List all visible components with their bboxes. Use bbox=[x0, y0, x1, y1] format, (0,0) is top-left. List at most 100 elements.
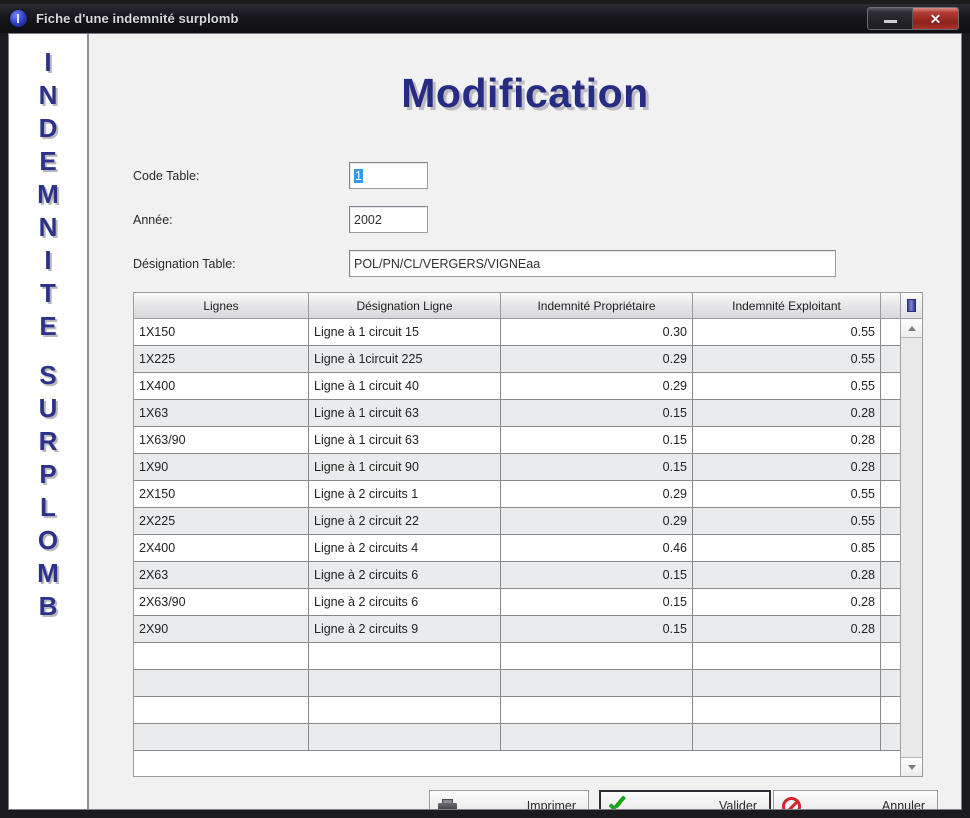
cell-indemnite-proprietaire[interactable]: 0.15 bbox=[501, 427, 693, 453]
cell-designation[interactable] bbox=[309, 724, 501, 750]
column-header-lignes[interactable]: Lignes bbox=[134, 293, 309, 318]
cell-indemnite-exploitant[interactable]: 0.28 bbox=[693, 454, 881, 480]
cell-indemnite-proprietaire[interactable]: 0.15 bbox=[501, 454, 693, 480]
cell-indemnite-proprietaire[interactable]: 0.15 bbox=[501, 616, 693, 642]
table-row[interactable]: 1X225 Ligne à 1circuit 225 0.29 0.55 bbox=[134, 346, 900, 373]
cell-ligne[interactable]: 2X225 bbox=[134, 508, 309, 534]
column-header-indemnite-exploitant[interactable]: Indemnité Exploitant bbox=[693, 293, 881, 318]
cell-ligne[interactable]: 2X63/90 bbox=[134, 589, 309, 615]
print-button[interactable]: Imprimer bbox=[429, 790, 589, 809]
cell-ligne[interactable]: 2X63 bbox=[134, 562, 309, 588]
cell-indemnite-exploitant[interactable]: 0.85 bbox=[693, 535, 881, 561]
cell-designation[interactable]: Ligne à 2 circuits 4 bbox=[309, 535, 501, 561]
cell-designation[interactable]: Ligne à 1 circuit 40 bbox=[309, 373, 501, 399]
cell-ligne[interactable]: 1X225 bbox=[134, 346, 309, 372]
scroll-track[interactable] bbox=[901, 338, 922, 757]
cell-indemnite-exploitant[interactable]: 0.55 bbox=[693, 508, 881, 534]
cell-designation[interactable] bbox=[309, 670, 501, 696]
cell-indemnite-proprietaire[interactable]: 0.29 bbox=[501, 481, 693, 507]
lignes-table[interactable]: Lignes Désignation Ligne Indemnité Propr… bbox=[133, 292, 923, 777]
cell-ligne[interactable]: 1X400 bbox=[134, 373, 309, 399]
cell-ligne[interactable] bbox=[134, 670, 309, 696]
table-row[interactable]: 2X90 Ligne à 2 circuits 9 0.15 0.28 bbox=[134, 616, 900, 643]
cell-indemnite-proprietaire[interactable]: 0.29 bbox=[501, 346, 693, 372]
cell-extra[interactable] bbox=[881, 724, 900, 750]
cell-indemnite-exploitant[interactable] bbox=[693, 697, 881, 723]
cell-ligne[interactable]: 1X90 bbox=[134, 454, 309, 480]
annee-input[interactable]: 2002 bbox=[349, 206, 428, 233]
cell-designation[interactable]: Ligne à 1 circuit 63 bbox=[309, 400, 501, 426]
cell-ligne[interactable] bbox=[134, 724, 309, 750]
cell-extra[interactable] bbox=[881, 373, 900, 399]
cell-extra[interactable] bbox=[881, 508, 900, 534]
cell-indemnite-exploitant[interactable]: 0.28 bbox=[693, 589, 881, 615]
table-row[interactable] bbox=[134, 724, 900, 751]
grid-settings-button[interactable] bbox=[901, 293, 922, 319]
cell-indemnite-proprietaire[interactable] bbox=[501, 697, 693, 723]
cell-indemnite-exploitant[interactable]: 0.28 bbox=[693, 400, 881, 426]
cell-indemnite-exploitant[interactable] bbox=[693, 643, 881, 669]
cell-indemnite-exploitant[interactable]: 0.28 bbox=[693, 427, 881, 453]
table-row[interactable]: 2X63 Ligne à 2 circuits 6 0.15 0.28 bbox=[134, 562, 900, 589]
cell-designation[interactable]: Ligne à 2 circuits 6 bbox=[309, 589, 501, 615]
cell-indemnite-proprietaire[interactable] bbox=[501, 724, 693, 750]
cell-designation[interactable]: Ligne à 2 circuit 22 bbox=[309, 508, 501, 534]
cell-extra[interactable] bbox=[881, 616, 900, 642]
cell-ligne[interactable]: 2X150 bbox=[134, 481, 309, 507]
cell-designation[interactable]: Ligne à 1 circuit 90 bbox=[309, 454, 501, 480]
cell-designation[interactable]: Ligne à 1circuit 225 bbox=[309, 346, 501, 372]
cell-ligne[interactable]: 1X63 bbox=[134, 400, 309, 426]
table-row[interactable]: 2X63/90 Ligne à 2 circuits 6 0.15 0.28 bbox=[134, 589, 900, 616]
cell-indemnite-proprietaire[interactable]: 0.15 bbox=[501, 589, 693, 615]
column-header-indemnite-proprietaire[interactable]: Indemnité Propriétaire bbox=[501, 293, 693, 318]
cell-extra[interactable] bbox=[881, 670, 900, 696]
table-row[interactable]: 2X150 Ligne à 2 circuits 1 0.29 0.55 bbox=[134, 481, 900, 508]
cell-designation[interactable]: Ligne à 2 circuits 9 bbox=[309, 616, 501, 642]
cell-extra[interactable] bbox=[881, 481, 900, 507]
table-row[interactable]: 1X90 Ligne à 1 circuit 90 0.15 0.28 bbox=[134, 454, 900, 481]
table-row[interactable] bbox=[134, 697, 900, 724]
cell-indemnite-proprietaire[interactable]: 0.29 bbox=[501, 373, 693, 399]
cell-indemnite-proprietaire[interactable]: 0.15 bbox=[501, 562, 693, 588]
cell-indemnite-exploitant[interactable]: 0.55 bbox=[693, 373, 881, 399]
cell-designation[interactable]: Ligne à 2 circuits 6 bbox=[309, 562, 501, 588]
cell-ligne[interactable] bbox=[134, 697, 309, 723]
cell-extra[interactable] bbox=[881, 643, 900, 669]
table-row[interactable]: 2X400 Ligne à 2 circuits 4 0.46 0.85 bbox=[134, 535, 900, 562]
cell-designation[interactable]: Ligne à 2 circuits 1 bbox=[309, 481, 501, 507]
close-button[interactable]: ✕ bbox=[913, 8, 958, 29]
cell-designation[interactable] bbox=[309, 643, 501, 669]
cell-designation[interactable]: Ligne à 1 circuit 15 bbox=[309, 319, 501, 345]
column-header-designation-ligne[interactable]: Désignation Ligne bbox=[309, 293, 501, 318]
cell-indemnite-exploitant[interactable]: 0.55 bbox=[693, 346, 881, 372]
cell-indemnite-proprietaire[interactable]: 0.30 bbox=[501, 319, 693, 345]
cell-indemnite-exploitant[interactable]: 0.28 bbox=[693, 562, 881, 588]
cell-designation[interactable] bbox=[309, 697, 501, 723]
cell-indemnite-proprietaire[interactable] bbox=[501, 643, 693, 669]
table-row[interactable] bbox=[134, 670, 900, 697]
table-vertical-scrollbar[interactable] bbox=[900, 293, 922, 776]
cell-designation[interactable]: Ligne à 1 circuit 63 bbox=[309, 427, 501, 453]
cell-extra[interactable] bbox=[881, 589, 900, 615]
cell-indemnite-proprietaire[interactable]: 0.46 bbox=[501, 535, 693, 561]
cell-ligne[interactable]: 2X90 bbox=[134, 616, 309, 642]
cell-indemnite-exploitant[interactable]: 0.55 bbox=[693, 481, 881, 507]
cell-indemnite-proprietaire[interactable]: 0.29 bbox=[501, 508, 693, 534]
cell-ligne[interactable]: 1X63/90 bbox=[134, 427, 309, 453]
cell-indemnite-proprietaire[interactable]: 0.15 bbox=[501, 400, 693, 426]
table-row[interactable] bbox=[134, 643, 900, 670]
cell-indemnite-proprietaire[interactable] bbox=[501, 670, 693, 696]
designation-table-input[interactable]: POL/PN/CL/VERGERS/VIGNEaa bbox=[349, 250, 836, 277]
cell-extra[interactable] bbox=[881, 427, 900, 453]
code-table-input[interactable]: 1 bbox=[349, 162, 428, 189]
minimize-button[interactable] bbox=[868, 8, 913, 29]
table-row[interactable]: 2X225 Ligne à 2 circuit 22 0.29 0.55 bbox=[134, 508, 900, 535]
scroll-down-button[interactable] bbox=[901, 757, 922, 776]
cell-ligne[interactable] bbox=[134, 643, 309, 669]
cell-extra[interactable] bbox=[881, 319, 900, 345]
cell-ligne[interactable]: 2X400 bbox=[134, 535, 309, 561]
scroll-up-button[interactable] bbox=[901, 319, 922, 338]
cell-extra[interactable] bbox=[881, 697, 900, 723]
cell-indemnite-exploitant[interactable]: 0.55 bbox=[693, 319, 881, 345]
cell-extra[interactable] bbox=[881, 454, 900, 480]
